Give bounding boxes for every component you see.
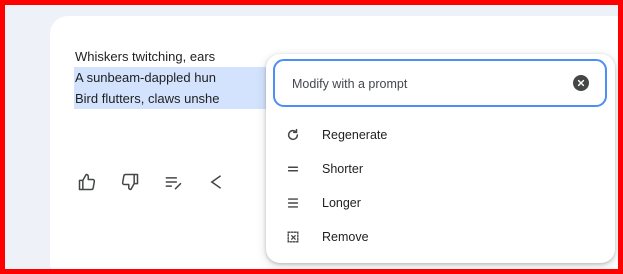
remove-icon [285,229,301,245]
thumbs-up-icon[interactable] [75,170,99,194]
modify-prompt-field [273,59,607,107]
menu-item-shorter[interactable]: Shorter [266,152,615,186]
thumbs-down-icon[interactable] [118,170,142,194]
response-toolbar [75,170,228,194]
modify-response-icon[interactable] [161,170,185,194]
response-line-2-selected: A sunbeam-dappled hun [74,67,280,88]
menu-item-longer[interactable]: Longer [266,186,615,220]
shorter-icon [285,161,301,177]
clear-icon[interactable] [573,75,589,91]
share-icon[interactable] [204,170,228,194]
menu-item-remove[interactable]: Remove [266,220,615,254]
longer-icon [285,195,301,211]
screenshot-frame: Whiskers twitching, ears A sunbeam-dappl… [0,0,623,274]
modify-prompt-input[interactable] [292,74,552,94]
menu-item-label: Longer [322,196,361,210]
menu-item-label: Remove [322,230,369,244]
menu-item-regenerate[interactable]: Regenerate [266,118,615,152]
regenerate-icon [285,127,301,143]
menu-item-label: Shorter [322,162,363,176]
modify-response-menu: Regenerate Shorter Longer [266,54,615,263]
menu-item-label: Regenerate [322,128,388,142]
response-line-3-selected: Bird flutters, claws unshe [74,88,280,109]
